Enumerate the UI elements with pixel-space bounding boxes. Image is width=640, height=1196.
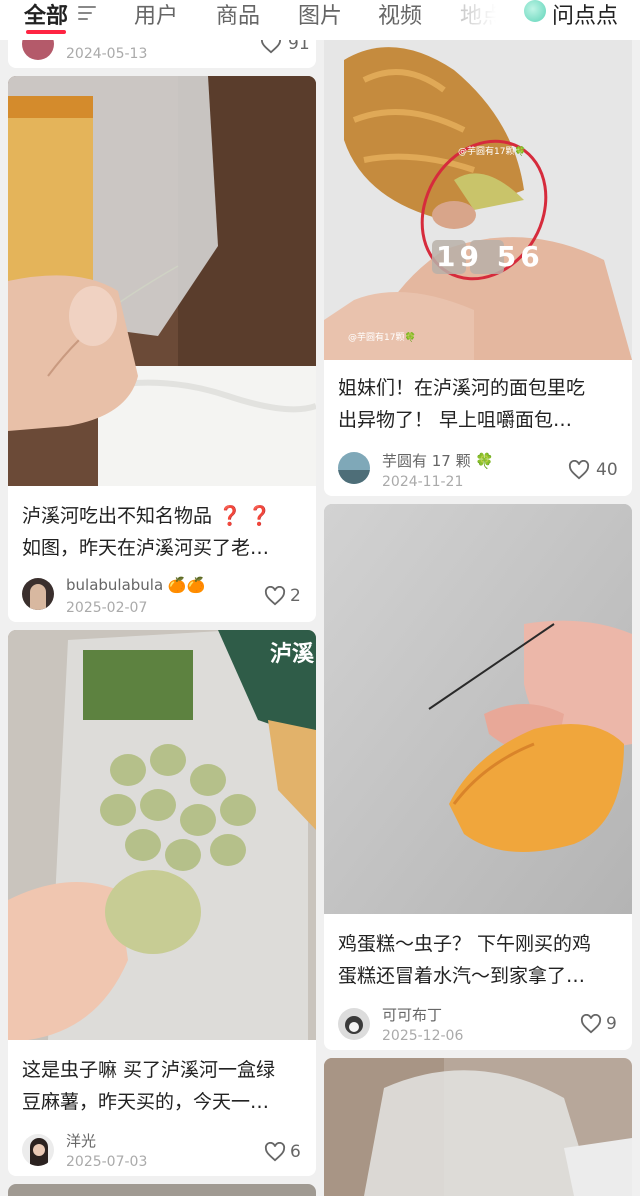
tab-products[interactable]: 商品 [216, 0, 260, 30]
note-card-partial[interactable] [324, 1058, 632, 1196]
heart-icon[interactable] [568, 460, 590, 480]
post-image [8, 76, 316, 486]
post-image [324, 40, 632, 360]
heart-icon[interactable] [580, 1014, 602, 1034]
post-title-line2: 如图，昨天在泸溪河买了老… [22, 537, 270, 559]
author-name[interactable]: bulabulabula 🍊🍊 [66, 576, 205, 594]
search-tab-bar: 全部 用户 商品 图片 视频 地点 问点点 [0, 0, 640, 40]
author-name[interactable]: 芋圆有 17 颗 🍀 [382, 450, 494, 471]
note-card-partial[interactable] [8, 1184, 316, 1196]
image-watermark: @芋圆有17颗🍀 [348, 333, 416, 343]
post-title-line1: 泸溪河吃出不知名物品 ❓ ❓ [22, 505, 272, 527]
post-image [8, 630, 316, 1040]
avatar[interactable] [22, 1134, 54, 1166]
overlay-timestamp: 19 56 [436, 240, 544, 273]
ask-assistant-icon[interactable] [524, 0, 546, 22]
avatar[interactable] [338, 452, 370, 484]
tab-fade [440, 0, 520, 40]
filter-icon[interactable] [78, 4, 98, 22]
package-text: 泸溪 [270, 642, 315, 667]
tab-users[interactable]: 用户 [134, 0, 178, 30]
like-count: 2 [290, 586, 301, 606]
post-date: 2024-05-13 [66, 46, 148, 62]
post-image [324, 1058, 632, 1196]
note-card[interactable]: 泸溪 这是虫子嘛 买了泸溪河一盒绿 豆麻薯，昨天买的，今天一… 洋光 2025-… [8, 630, 316, 1176]
note-card[interactable]: 鸡蛋糕～虫子？ 下午刚买的鸡 蛋糕还冒着水汽～到家拿了… 可可布丁 2025-1… [324, 504, 632, 1050]
post-title-line1: 这是虫子嘛 买了泸溪河一盒绿 [22, 1059, 276, 1081]
post-title-line2: 豆麻薯，昨天买的，今天一… [22, 1091, 270, 1113]
ask-assistant-label[interactable]: 问点点 [552, 0, 618, 30]
active-tab-indicator [26, 30, 66, 34]
image-watermark: @芋圆有17颗🍀 [458, 147, 526, 157]
tab-images[interactable]: 图片 [298, 0, 342, 30]
like-count: 6 [290, 1142, 301, 1162]
avatar[interactable] [338, 1008, 370, 1040]
post-title-line2: 出异物了！ 早上咀嚼面包… [338, 409, 573, 431]
post-date: 2024-11-21 [382, 474, 464, 490]
tab-all[interactable]: 全部 [24, 0, 68, 30]
post-date: 2025-12-06 [382, 1028, 464, 1044]
heart-icon[interactable] [264, 1142, 286, 1162]
heart-icon[interactable] [264, 586, 286, 606]
post-date: 2025-02-07 [66, 600, 148, 616]
author-name[interactable]: 洋光 [66, 1130, 96, 1151]
post-title-line1: 姐妹们！在泸溪河的面包里吃 [338, 377, 586, 399]
note-card[interactable]: 19 56 @芋圆有17颗🍀 @芋圆有17颗🍀 姐妹们！在泸溪河的面包里吃 出异… [324, 40, 632, 496]
note-card[interactable]: 泸溪河吃出不知名物品 ❓ ❓ 如图，昨天在泸溪河买了老… bulabulabul… [8, 76, 316, 622]
author-name[interactable]: 可可布丁 [382, 1004, 442, 1025]
tab-videos[interactable]: 视频 [378, 0, 422, 30]
post-date: 2025-07-03 [66, 1154, 148, 1170]
post-title-line2: 蛋糕还冒着水汽～到家拿了… [338, 965, 586, 987]
post-title-line1: 鸡蛋糕～虫子？ 下午刚买的鸡 [338, 933, 592, 955]
like-count: 40 [596, 460, 618, 480]
like-count: 9 [606, 1014, 617, 1034]
post-image [324, 504, 632, 914]
avatar[interactable] [22, 578, 54, 610]
